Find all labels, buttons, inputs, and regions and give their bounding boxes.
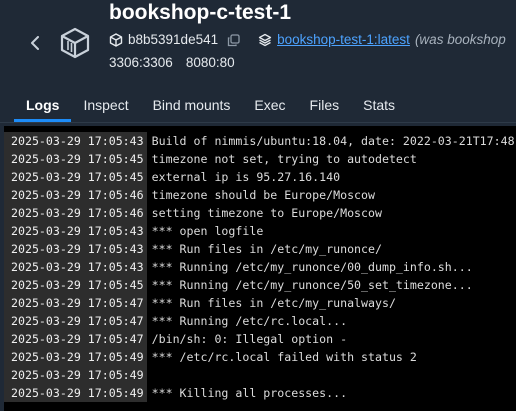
image-reference: bookshop-test-1:latest (was bookshop (258, 31, 506, 49)
log-message: *** Run files in /etc/my_runonce/ (151, 242, 382, 256)
tab-files[interactable]: Files (298, 88, 352, 122)
log-timestamp: 2025-03-29 17:05:49 (4, 366, 147, 384)
container-meta-row: b8b5391de541 bookshop-test-1:latest (was… (109, 31, 506, 49)
log-message: timezone should be Europe/Moscow (151, 188, 375, 202)
image-note: (was bookshop (414, 32, 506, 47)
log-line: 2025-03-29 17:05:49 *** Killing all proce… (4, 384, 516, 402)
log-message: *** Running /etc/rc.local... (151, 314, 348, 328)
log-line: 2025-03-29 17:05:45 *** Running /etc/my_r… (4, 276, 516, 294)
log-message: timezone not set, trying to autodetect (151, 152, 417, 166)
log-message: external ip is 95.27.16.140 (151, 170, 341, 184)
log-line: 2025-03-29 17:05:43 *** open logfile (4, 222, 516, 240)
log-timestamp: 2025-03-29 17:05:43 (4, 222, 147, 240)
port-mappings: 3306:3306 8080:80 (109, 55, 235, 70)
log-line: 2025-03-29 17:05:49 (4, 366, 516, 384)
container-cube-icon (58, 26, 92, 60)
log-message: *** Running /etc/my_runonce/50_set_timez… (151, 278, 473, 292)
log-message: *** Run files in /etc/my_runalways/ (151, 296, 396, 310)
tab-logs[interactable]: Logs (14, 88, 72, 122)
log-message: setting timezone to Europe/Moscow (151, 206, 382, 220)
log-message: *** Killing all processes... (151, 386, 348, 400)
log-line: 2025-03-29 17:05:47 *** Running /etc/rc.l… (4, 312, 516, 330)
image-stack-icon (258, 33, 272, 47)
log-timestamp: 2025-03-29 17:05:47 (4, 294, 147, 312)
hash-cube-icon (109, 33, 123, 47)
log-timestamp: 2025-03-29 17:05:49 (4, 348, 147, 366)
log-line: 2025-03-29 17:05:46 timezone should be Eu… (4, 186, 516, 204)
log-line: 2025-03-29 17:05:49 *** /etc/rc.local fai… (4, 348, 516, 366)
log-message (147, 366, 152, 384)
image-link[interactable]: bookshop-test-1:latest (277, 31, 410, 49)
log-line: 2025-03-29 17:05:43 *** Running /etc/my_r… (4, 258, 516, 276)
copy-icon[interactable] (227, 33, 240, 47)
log-timestamp: 2025-03-29 17:05:45 (4, 168, 147, 186)
chevron-left-icon (31, 36, 39, 50)
log-timestamp: 2025-03-29 17:05:43 (4, 132, 147, 150)
log-timestamp: 2025-03-29 17:05:49 (4, 384, 147, 402)
log-message: *** open logfile (151, 224, 264, 238)
tab-stats[interactable]: Stats (351, 88, 407, 122)
log-message: /bin/sh: 0: Illegal option - (151, 332, 348, 346)
container-details-view: bookshop-c-test-1 b8b5391de541 bookshop-… (0, 0, 516, 411)
tab-bar: Logs Inspect Bind mounts Exec Files Stat… (14, 88, 407, 122)
log-timestamp: 2025-03-29 17:05:43 (4, 258, 147, 276)
tabs-divider (0, 122, 516, 123)
log-timestamp: 2025-03-29 17:05:45 (4, 276, 147, 294)
container-id: b8b5391de541 (128, 32, 219, 47)
log-timestamp: 2025-03-29 17:05:47 (4, 312, 147, 330)
log-message: *** /etc/rc.local failed with status 2 (151, 350, 417, 364)
container-title: bookshop-c-test-1 (109, 1, 292, 24)
log-line: 2025-03-29 17:05:45 timezone not set, try… (4, 150, 516, 168)
tab-inspect[interactable]: Inspect (71, 88, 140, 122)
port-mapping[interactable]: 8080:80 (186, 55, 235, 70)
log-line: 2025-03-29 17:05:47 *** Run files in /etc… (4, 294, 516, 312)
log-message: *** Running /etc/my_runonce/00_dump_info… (151, 260, 473, 274)
tab-exec[interactable]: Exec (242, 88, 297, 122)
log-timestamp: 2025-03-29 17:05:45 (4, 150, 147, 168)
log-line: 2025-03-29 17:05:43 *** Run files in /etc… (4, 240, 516, 258)
back-button[interactable] (26, 34, 44, 52)
log-line: 2025-03-29 17:05:43 Build of nimmis/ubunt… (4, 132, 516, 150)
log-line: 2025-03-29 17:05:46 setting timezone to E… (4, 204, 516, 222)
log-timestamp: 2025-03-29 17:05:43 (4, 240, 147, 258)
log-timestamp: 2025-03-29 17:05:46 (4, 186, 147, 204)
log-line: 2025-03-29 17:05:45 external ip is 95.27.… (4, 168, 516, 186)
port-mapping[interactable]: 3306:3306 (109, 55, 173, 70)
log-timestamp: 2025-03-29 17:05:47 (4, 330, 147, 348)
log-message: Build of nimmis/ubuntu:18.04, date: 2022… (151, 134, 515, 148)
tab-bind-mounts[interactable]: Bind mounts (141, 88, 243, 122)
log-viewer[interactable]: 2025-03-29 17:05:43 Build of nimmis/ubunt… (4, 126, 516, 411)
log-timestamp: 2025-03-29 17:05:46 (4, 204, 147, 222)
log-line: 2025-03-29 17:05:47/bin/sh: 0: Illegal o… (4, 330, 516, 348)
